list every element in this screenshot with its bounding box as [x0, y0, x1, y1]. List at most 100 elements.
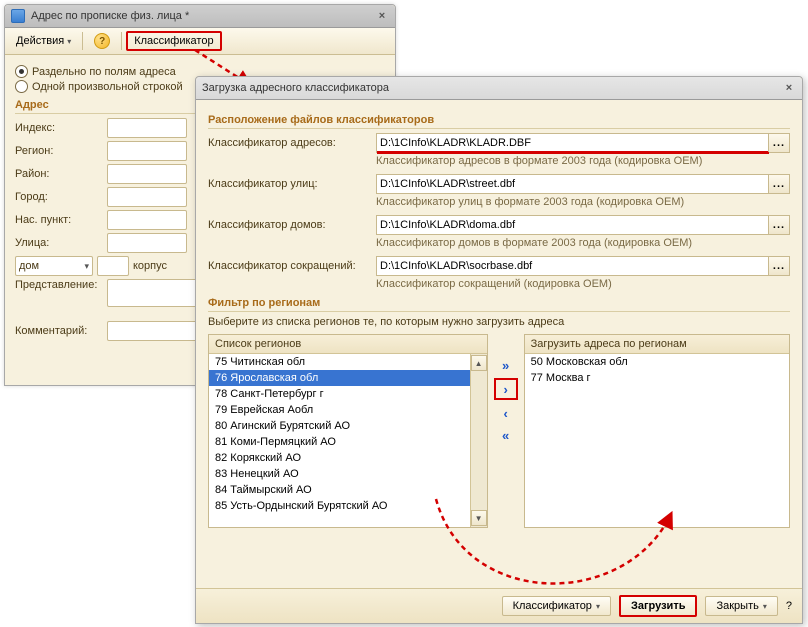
close-icon[interactable]: × [375, 9, 389, 23]
street-path-field[interactable]: D:\1CInfo\KLADR\street.dbf ... [376, 174, 790, 194]
house-field[interactable] [97, 256, 129, 276]
district-field[interactable] [107, 164, 187, 184]
load-classifier-dialog: Загрузка адресного классификатора × Расп… [195, 76, 803, 624]
chevron-down-icon: ▾ [84, 261, 89, 272]
address-toolbar: Действия ▾ ? Классификатор [5, 28, 395, 55]
house-path-field[interactable]: D:\1CInfo\KLADR\doma.dbf ... [376, 215, 790, 235]
comment-label: Комментарий: [15, 325, 107, 337]
city-field[interactable] [107, 187, 187, 207]
house-path-hint: Классификатор домов в формате 2003 года … [376, 237, 790, 249]
index-label: Индекс: [15, 122, 107, 134]
addr-path-label: Классификатор адресов: [208, 137, 376, 149]
scrollbar[interactable]: ▲ ▼ [470, 354, 487, 527]
close-label: Закрыть [716, 600, 758, 612]
index-field[interactable] [107, 118, 187, 138]
footer-classifier-label: Классификатор [513, 600, 592, 612]
street-path-hint: Классификатор улиц в формате 2003 года (… [376, 196, 790, 208]
chevron-down-icon: ▾ [763, 602, 767, 611]
repr-label: Представление: [15, 279, 107, 291]
address-titlebar: Адрес по прописке физ. лица * × [5, 5, 395, 28]
list-item[interactable]: 83 Ненецкий АО [209, 466, 487, 482]
footer-classifier-button[interactable]: Классификатор ▾ [502, 596, 611, 616]
abbr-path-value: D:\1CInfo\KLADR\socrbase.dbf [380, 260, 532, 272]
house-type-label: дом [19, 260, 39, 272]
region-field[interactable] [107, 141, 187, 161]
scroll-down-button[interactable]: ▼ [471, 510, 487, 526]
browse-button[interactable]: ... [768, 216, 789, 234]
chevron-down-icon: ▾ [596, 602, 600, 611]
annotation-underline [377, 151, 769, 154]
region-filter: Список регионов 75 Читинская обл76 Яросл… [208, 334, 790, 528]
browse-button[interactable]: ... [768, 257, 789, 275]
section-files: Расположение файлов классификаторов [208, 114, 790, 129]
classifier-button[interactable]: Классификатор [126, 31, 221, 51]
address-title: Адрес по прописке физ. лица * [31, 10, 189, 22]
radio-one-label: Одной произвольной строкой [32, 81, 183, 93]
abbr-path-field[interactable]: D:\1CInfo\KLADR\socrbase.dbf ... [376, 256, 790, 276]
actions-label: Действия [16, 35, 64, 47]
section-filter: Фильтр по регионам [208, 297, 790, 312]
dialog-body: Расположение файлов классификаторов Клас… [196, 100, 802, 588]
load-label: Загрузить [631, 600, 686, 612]
move-right-button[interactable]: › [494, 378, 518, 400]
street-label: Улица: [15, 237, 107, 249]
move-all-right-button[interactable]: » [496, 356, 516, 374]
abbr-path-label: Классификатор сокращений: [208, 260, 376, 272]
radio-split-label: Раздельно по полям адреса [32, 66, 176, 78]
close-icon[interactable]: × [782, 81, 796, 95]
load-button[interactable]: Загрузить [619, 595, 698, 617]
chevron-down-icon: ▾ [67, 37, 71, 46]
radio-icon [15, 65, 28, 78]
abbr-path-hint: Классификатор сокращений (кодировка ОЕМ) [376, 278, 790, 290]
list-item[interactable]: 75 Читинская обл [209, 354, 487, 370]
list-item[interactable]: 82 Корякский АО [209, 450, 487, 466]
close-button[interactable]: Закрыть ▾ [705, 596, 777, 616]
browse-button[interactable]: ... [768, 134, 789, 152]
browse-button[interactable]: ... [768, 175, 789, 193]
move-buttons: » › ‹ « [494, 334, 518, 528]
help-icon: ? [94, 33, 110, 49]
street-field[interactable] [107, 233, 187, 253]
toolbar-separator [121, 32, 122, 50]
scroll-up-button[interactable]: ▲ [471, 355, 487, 371]
dialog-title: Загрузка адресного классификатора [202, 82, 389, 94]
toolbar-separator [82, 32, 83, 50]
app-icon [11, 9, 25, 23]
list-item[interactable]: 76 Ярославская обл [209, 370, 487, 386]
house-path-label: Классификатор домов: [208, 219, 376, 231]
list-item[interactable]: 79 Еврейская Аобл [209, 402, 487, 418]
list-item[interactable]: 50 Московская обл [525, 354, 789, 370]
street-path-value: D:\1CInfo\KLADR\street.dbf [380, 178, 515, 190]
list-item[interactable]: 85 Усть-Ордынский Бурятский АО [209, 498, 487, 514]
help-icon[interactable]: ? [786, 600, 792, 612]
regions-list-header: Список регионов [209, 335, 487, 354]
move-all-left-button[interactable]: « [496, 426, 516, 444]
move-left-button[interactable]: ‹ [496, 404, 516, 422]
street-path-label: Классификатор улиц: [208, 178, 376, 190]
list-item[interactable]: 78 Санкт-Петербург г [209, 386, 487, 402]
actions-menu[interactable]: Действия ▾ [9, 31, 78, 51]
addr-path-value: D:\1CInfo\KLADR\KLADR.DBF [380, 137, 531, 149]
selected-regions-header: Загрузить адреса по регионам [525, 335, 789, 354]
selected-regions-list[interactable]: Загрузить адреса по регионам 50 Московск… [524, 334, 790, 528]
radio-icon [15, 80, 28, 93]
region-label: Регион: [15, 145, 107, 157]
list-item[interactable]: 80 Агинский Бурятский АО [209, 418, 487, 434]
korpus-label: корпус [133, 260, 167, 272]
filter-hint: Выберите из списка регионов те, по котор… [208, 316, 790, 328]
list-item[interactable]: 84 Таймырский АО [209, 482, 487, 498]
house-type-combo[interactable]: дом ▾ [15, 256, 93, 276]
settlement-label: Нас. пункт: [15, 214, 107, 226]
list-item[interactable]: 77 Москва г [525, 370, 789, 386]
classifier-label: Классификатор [134, 35, 213, 47]
house-path-value: D:\1CInfo\KLADR\doma.dbf [380, 219, 515, 231]
settlement-field[interactable] [107, 210, 187, 230]
dialog-footer: Классификатор ▾ Загрузить Закрыть ▾ ? [196, 588, 802, 623]
list-item[interactable]: 81 Коми-Пермяцкий АО [209, 434, 487, 450]
dialog-titlebar: Загрузка адресного классификатора × [196, 77, 802, 100]
help-button[interactable]: ? [87, 29, 117, 53]
regions-list[interactable]: Список регионов 75 Читинская обл76 Яросл… [208, 334, 488, 528]
city-label: Город: [15, 191, 107, 203]
addr-path-hint: Классификатор адресов в формате 2003 год… [376, 155, 790, 167]
addr-path-field[interactable]: D:\1CInfo\KLADR\KLADR.DBF ... [376, 133, 790, 153]
